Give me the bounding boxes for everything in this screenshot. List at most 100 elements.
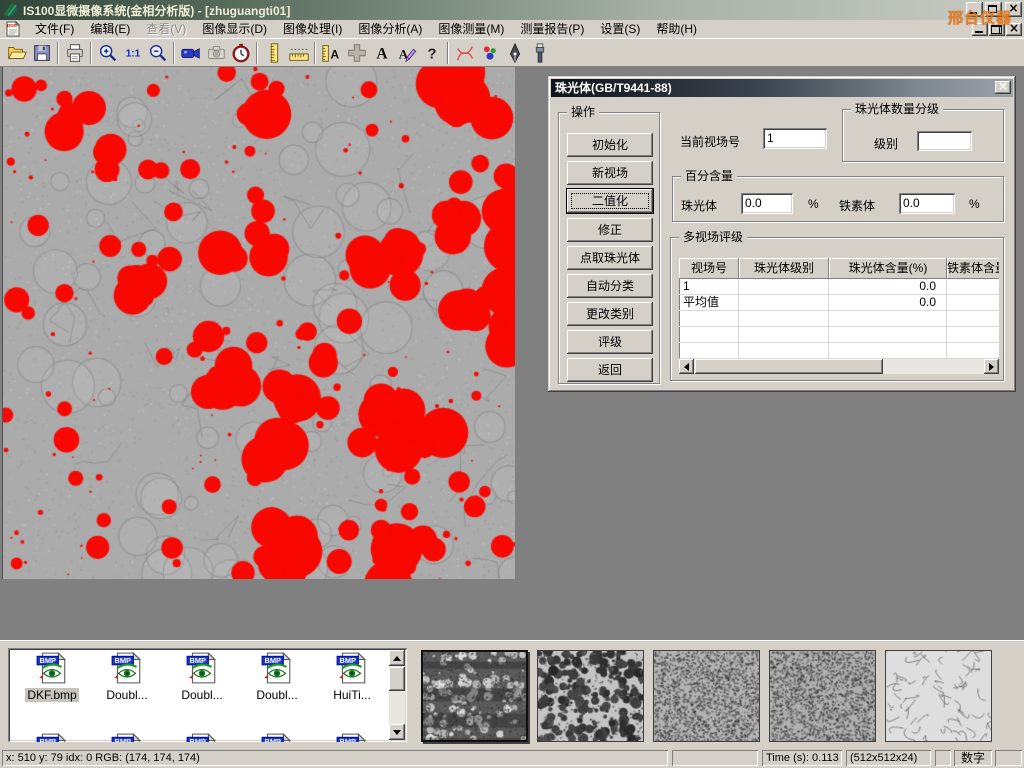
table-row-3[interactable]: [679, 311, 999, 327]
file-item-row2-3[interactable]: BMP: [166, 732, 238, 742]
op-button-1[interactable]: 初始化: [567, 133, 653, 157]
pearlite-label: 珠光体: [681, 197, 717, 214]
current-field-input[interactable]: 1: [763, 128, 827, 149]
toolbar-ruler-horizontal-button[interactable]: [286, 41, 311, 65]
bmp-file-icon: BMP: [185, 651, 219, 685]
file-item-doubl-[interactable]: BMPDoubl...: [241, 651, 313, 702]
vscroll-thumb[interactable]: [389, 667, 405, 691]
menu-item-8[interactable]: 测量报告(P): [512, 20, 592, 38]
scroll-down-button[interactable]: [389, 724, 405, 740]
toolbar-stopwatch-button[interactable]: [228, 41, 253, 65]
file-item-row2-4[interactable]: BMP: [241, 732, 313, 742]
mdi-minimize-button[interactable]: [972, 23, 988, 36]
toolbar-help-button[interactable]: ?: [419, 41, 444, 65]
menu-item-2[interactable]: 编辑(E): [82, 20, 138, 38]
op-button-4[interactable]: 修正: [567, 218, 653, 242]
minimize-button[interactable]: [966, 2, 983, 17]
menu-item-9[interactable]: 设置(S): [592, 20, 648, 38]
bmp-file-icon: BMP: [335, 732, 369, 742]
table-header-2[interactable]: 珠光体级别: [739, 258, 829, 279]
toolbar-pen-tool-button[interactable]: [502, 41, 527, 65]
table-header-1[interactable]: 视场号: [679, 258, 739, 279]
table-cell: [829, 343, 947, 358]
move-cross-icon: [346, 42, 368, 64]
file-item-row2-1[interactable]: BMP: [16, 732, 88, 742]
op-button-6[interactable]: 自动分类: [567, 274, 653, 298]
toolbar-open-button[interactable]: [4, 41, 29, 65]
table-header-3[interactable]: 珠光体含量(%): [829, 258, 947, 279]
thumbnail-1[interactable]: [421, 650, 528, 742]
file-list[interactable]: BMPBMPBMPBMPBMPBMPHuiTi...BMPDoubl...BMP…: [8, 648, 407, 742]
toolbar-annotate-button[interactable]: A: [394, 41, 419, 65]
micrograph-image[interactable]: [2, 67, 515, 579]
toolbar-video-camera-button[interactable]: [178, 41, 203, 65]
scroll-up-button[interactable]: [389, 650, 405, 666]
document-icon[interactable]: DOC: [5, 21, 21, 37]
menu-item-1[interactable]: 文件(F): [27, 20, 82, 38]
op-button-7[interactable]: 更改类别: [567, 302, 653, 326]
thumbnail-5[interactable]: [885, 650, 992, 742]
svg-text:A: A: [330, 47, 339, 61]
file-item-doubl-[interactable]: BMPDoubl...: [91, 651, 163, 702]
application-window: { "window": { "title": "IS100显微摄像系统(金相分析…: [0, 0, 1024, 768]
table-cell: [947, 327, 999, 342]
thumbnail-3[interactable]: [653, 650, 760, 742]
toolbar-move-cross-button[interactable]: [344, 41, 369, 65]
pearlite-percent-input[interactable]: 0.0: [741, 193, 793, 214]
toolbar-zoom-out-button[interactable]: [145, 41, 170, 65]
file-name: Doubl...: [254, 688, 299, 702]
table-row-1[interactable]: 10.0: [679, 279, 999, 295]
percent-group: 百分含量 珠光体 0.0 % 铁素体 0.0 %: [672, 176, 1004, 222]
toolbar-zoom-in-button[interactable]: [95, 41, 120, 65]
file-item-huiti-[interactable]: BMPHuiTi...: [316, 651, 388, 702]
svg-text:A: A: [376, 45, 388, 62]
toolbar-brush-tool-button[interactable]: [527, 41, 552, 65]
ferrite-percent-input[interactable]: 0.0: [899, 193, 955, 214]
menu-item-7[interactable]: 图像测量(M): [430, 20, 512, 38]
file-item-row2-5[interactable]: BMP: [316, 732, 388, 742]
dialog-title-bar[interactable]: 珠光体(GB/T9441-88) ×: [551, 79, 1013, 97]
maximize-button[interactable]: [985, 2, 1002, 17]
toolbar-ruler-vertical-button[interactable]: [261, 41, 286, 65]
dialog-close-icon: ×: [995, 80, 1011, 93]
op-button-2[interactable]: 新视场: [567, 161, 653, 185]
table-cell: 0.0: [829, 279, 947, 294]
toolbar-text-a-button[interactable]: A: [369, 41, 394, 65]
toolbar-color-classify-button[interactable]: [477, 41, 502, 65]
toolbar-calibrate-ruler-button[interactable]: A: [319, 41, 344, 65]
dialog-close-button[interactable]: ×: [995, 81, 1011, 94]
file-item-dkf-bmp[interactable]: BMPDKF.bmp: [16, 651, 88, 702]
op-button-9[interactable]: 返回: [567, 358, 653, 382]
hscroll-thumb[interactable]: [695, 359, 883, 374]
toolbar-print-button[interactable]: [62, 41, 87, 65]
table-header-4[interactable]: 铁素体含量(%): [947, 258, 999, 279]
menu-item-5[interactable]: 图像处理(I): [275, 20, 350, 38]
op-button-5[interactable]: 点取珠光体: [567, 246, 653, 270]
mdi-restore-button[interactable]: [989, 23, 1005, 36]
close-button[interactable]: ×: [1005, 2, 1022, 17]
table-row-2[interactable]: 平均值0.0: [679, 295, 999, 311]
menu-item-6[interactable]: 图像分析(A): [350, 20, 430, 38]
menu-item-4[interactable]: 图像显示(D): [194, 20, 275, 38]
op-button-3[interactable]: 二值化: [567, 189, 653, 213]
table-row-5[interactable]: [679, 343, 999, 359]
toolbar-save-button[interactable]: [29, 41, 54, 65]
toolbar-curve-tool-button[interactable]: [452, 41, 477, 65]
toolbar-one-to-one-button[interactable]: 1:1: [120, 41, 145, 65]
thumbnail-2[interactable]: [537, 650, 644, 742]
grade-level-input[interactable]: [917, 131, 972, 151]
mdi-close-button[interactable]: ×: [1006, 23, 1022, 36]
table-row-4[interactable]: [679, 327, 999, 343]
menu-item-10[interactable]: 帮助(H): [648, 20, 705, 38]
menu-item-3[interactable]: 查看(V): [138, 20, 194, 38]
help-icon: ?: [421, 42, 443, 64]
toolbar-camera-button[interactable]: [203, 41, 228, 65]
file-item-row2-2[interactable]: BMP: [91, 732, 163, 742]
file-item-doubl-[interactable]: BMPDoubl...: [166, 651, 238, 702]
rating-table[interactable]: 视场号珠光体级别珠光体含量(%)铁素体含量(%)10.0平均值0.0: [679, 258, 999, 359]
table-cell: [947, 295, 999, 310]
hscroll-right-button[interactable]: [984, 359, 999, 374]
hscroll-left-button[interactable]: [679, 359, 694, 374]
op-button-8[interactable]: 评级: [567, 330, 653, 354]
thumbnail-4[interactable]: [769, 650, 876, 742]
